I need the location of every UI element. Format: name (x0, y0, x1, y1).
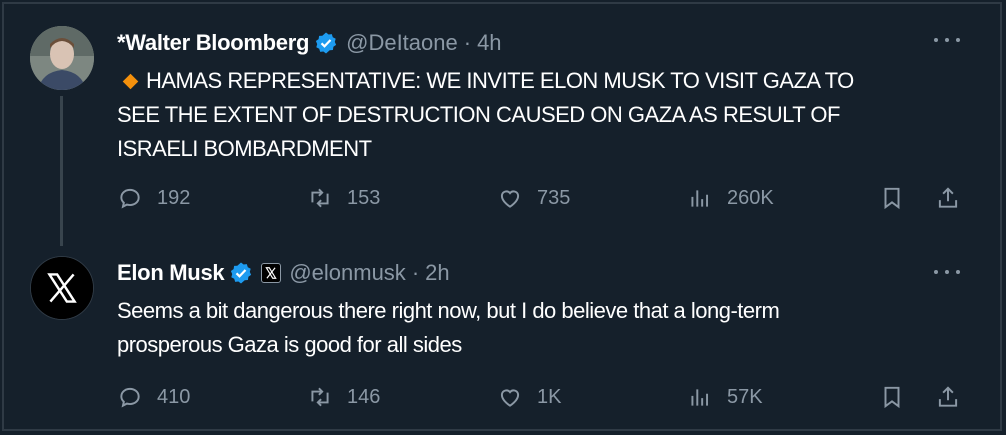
tweet-walter-bloomberg[interactable]: *Walter Bloomberg @DeItaone · 4h HAMAS R… (0, 0, 1006, 250)
author-handle[interactable]: @DeItaone (346, 30, 458, 56)
reply-icon (120, 387, 140, 408)
more-options-icon[interactable] (934, 30, 960, 50)
action-bar: 192 153 735 260K (117, 183, 967, 213)
tweet-text-line: prosperous Gaza is good for all sides (117, 332, 462, 357)
share-button[interactable] (935, 183, 961, 213)
like-button[interactable]: 735 (497, 183, 570, 213)
bookmark-button[interactable] (879, 183, 905, 213)
separator-dot: · (411, 260, 420, 285)
tweet-text-line: ISRAELI BOMBARDMENT (117, 136, 372, 161)
like-count: 1K (537, 385, 562, 408)
share-icon (938, 187, 958, 208)
tweet-text: Seems a bit dangerous there right now, b… (117, 294, 780, 362)
retweet-button[interactable]: 146 (307, 382, 380, 412)
reply-button[interactable]: 192 (117, 183, 190, 213)
thread-connector-line (60, 96, 63, 246)
views-chart-icon (691, 389, 709, 406)
bookmark-icon (884, 187, 900, 210)
x-logo-icon (31, 257, 93, 319)
orange-diamond-icon (122, 73, 139, 89)
views-chart-icon (691, 190, 709, 207)
retweet-count: 153 (347, 186, 381, 209)
author-handle[interactable]: @elonmusk (289, 260, 406, 286)
verified-badge-icon (231, 262, 252, 284)
views-button[interactable]: 260K (687, 183, 774, 213)
retweet-icon (311, 387, 329, 407)
view-count: 57K (727, 385, 763, 408)
action-bar: 410 146 1K 57K (117, 382, 967, 412)
like-button[interactable]: 1K (497, 382, 561, 412)
tweet-text-line: SEE THE EXTENT OF DESTRUCTION CAUSED ON … (117, 102, 840, 127)
reply-button[interactable]: 410 (117, 382, 190, 412)
more-options-icon[interactable] (934, 262, 960, 282)
profile-photo-icon (30, 26, 94, 90)
retweet-button[interactable]: 153 (307, 183, 380, 213)
tweet-elon-musk[interactable]: Elon Musk @elonmusk · 2h Seems a bit dan… (0, 250, 1006, 435)
views-button[interactable]: 57K (687, 382, 763, 412)
verified-badge-icon (316, 32, 337, 54)
separator-dot: · (463, 30, 472, 55)
affiliation-x-badge-icon[interactable] (261, 263, 282, 283)
heart-icon (500, 190, 520, 208)
tweet-text-line: HAMAS REPRESENTATIVE: WE INVITE ELON MUS… (117, 64, 854, 98)
view-count: 260K (727, 186, 774, 209)
share-button[interactable] (935, 382, 961, 412)
avatar[interactable] (30, 26, 94, 90)
avatar[interactable] (30, 256, 94, 320)
author-name[interactable]: *Walter Bloomberg (117, 30, 309, 56)
timestamp[interactable]: 4h (477, 30, 501, 56)
tweet-header: Elon Musk @elonmusk · 2h (117, 258, 450, 288)
reply-icon (120, 188, 140, 209)
retweet-icon (311, 188, 329, 208)
timestamp[interactable]: 2h (425, 260, 449, 286)
reply-count: 410 (157, 385, 191, 408)
bookmark-button[interactable] (879, 382, 905, 412)
bookmark-icon (884, 386, 900, 409)
tweet-text-line: Seems a bit dangerous there right now, b… (117, 298, 780, 323)
tweet-header: *Walter Bloomberg @DeItaone · 4h (117, 28, 502, 58)
like-count: 735 (537, 186, 571, 209)
author-name[interactable]: Elon Musk (117, 260, 225, 286)
reply-count: 192 (157, 186, 191, 209)
tweet-text: HAMAS REPRESENTATIVE: WE INVITE ELON MUS… (117, 64, 854, 166)
share-icon (938, 386, 958, 407)
heart-icon (500, 389, 520, 407)
retweet-count: 146 (347, 385, 381, 408)
